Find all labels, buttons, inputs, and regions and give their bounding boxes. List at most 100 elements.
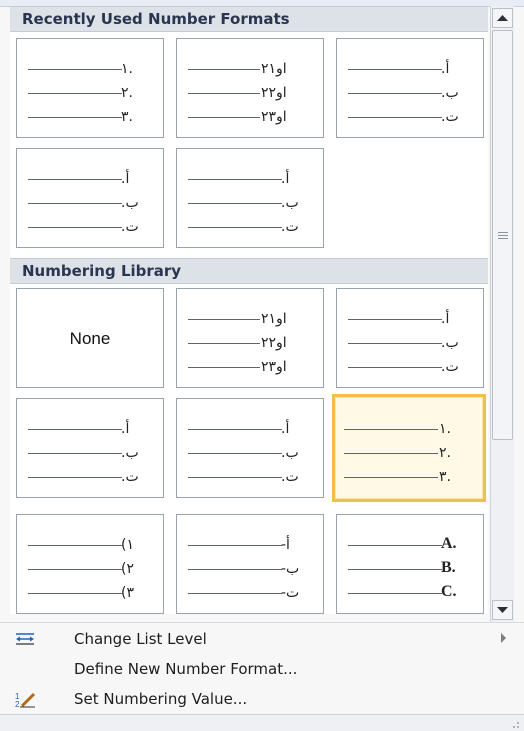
tile-line [344, 429, 438, 430]
change-list-level-item[interactable]: Change List Level [0, 624, 524, 654]
recent-format-tile-4[interactable]: أ. ب. ت. [16, 148, 164, 248]
tile-line [28, 93, 122, 94]
arrow-up-icon [497, 15, 508, 21]
numbering-gallery-panel: Recently Used Number Formats ١. ٢. ٣. او… [0, 0, 524, 731]
recent-format-tile-2[interactable]: او٢١ او٢٢ او٢٣ [176, 38, 324, 138]
tile-line [348, 569, 442, 570]
scroll-down-button[interactable] [492, 600, 513, 620]
tile-label: أ. [281, 171, 290, 187]
define-new-number-format-item[interactable]: Define New Number Format... [0, 654, 524, 684]
tile-label: A. [441, 535, 457, 552]
none-label: None [69, 329, 111, 348]
tile-label: او٢٢ [261, 335, 287, 351]
library-format-tile-5-selected[interactable]: ١. ٢. ٣. [332, 394, 486, 502]
tile-label: ١. [439, 421, 451, 437]
change-list-level-label: Change List Level [74, 630, 207, 648]
tile-label: (٣ [121, 585, 134, 601]
tile-label: ب. [281, 445, 299, 461]
recent-format-tile-1[interactable]: ١. ٢. ٣. [16, 38, 164, 138]
tile-label: او٢٣ [261, 359, 287, 375]
tile-label: أ. [121, 421, 130, 437]
library-format-tile-4[interactable]: أ. ب. ت. [176, 398, 324, 498]
tile-line [188, 343, 260, 344]
numbering-none-tile[interactable]: None [16, 288, 164, 388]
scroll-up-button[interactable] [492, 8, 513, 28]
tile-line [348, 343, 442, 344]
tile-line [28, 227, 122, 228]
tile-label: ١. [121, 61, 133, 77]
library-format-tile-8[interactable]: A. B. C. [336, 514, 484, 614]
numbering-library-header: Numbering Library [10, 258, 488, 284]
gallery-scroll-area: Recently Used Number Formats ١. ٢. ٣. او… [10, 6, 488, 614]
tile-line [348, 367, 442, 368]
tile-line [28, 569, 122, 570]
tile-label: ب. [121, 195, 139, 211]
svg-text:2: 2 [15, 700, 20, 708]
set-numbering-value-label: Set Numbering Value... [74, 690, 248, 708]
tile-line [188, 545, 282, 546]
set-numbering-value-item[interactable]: 1 2 Set Numbering Value... [0, 684, 524, 714]
tile-label: أ. [441, 311, 450, 327]
numbering-pencil-icon: 1 2 [15, 692, 36, 708]
tile-label: او٢١ [261, 311, 287, 327]
tile-label: ٣. [439, 469, 451, 485]
submenu-arrow-icon [501, 633, 506, 643]
thumb-grip-line [498, 235, 508, 236]
tile-label: أ- [281, 537, 290, 553]
tile-label: ب. [441, 85, 459, 101]
library-format-tile-1[interactable]: او٢١ او٢٢ او٢٣ [176, 288, 324, 388]
tile-line [188, 227, 282, 228]
tile-label: أ. [121, 171, 130, 187]
arrow-down-icon [497, 607, 508, 613]
tile-line [348, 117, 442, 118]
define-new-number-format-label: Define New Number Format... [74, 660, 298, 678]
resize-grip-icon[interactable] [508, 717, 520, 729]
recent-formats-header: Recently Used Number Formats [10, 6, 488, 32]
tile-label: C. [441, 583, 457, 600]
tile-label: ب. [281, 195, 299, 211]
tile-line [188, 367, 260, 368]
tile-label: (١ [121, 537, 134, 553]
recent-format-tile-3[interactable]: أ. ب. ت. [336, 38, 484, 138]
tile-label: B. [441, 559, 456, 576]
tile-line [28, 179, 122, 180]
tile-label: ت- [281, 585, 300, 601]
indent-arrows-icon [16, 633, 34, 645]
tile-line [188, 429, 282, 430]
tile-line [188, 453, 282, 454]
tile-label: ت. [121, 469, 139, 485]
tile-label: ٣. [121, 109, 133, 125]
tile-line [188, 203, 282, 204]
scrollbar-thumb[interactable] [492, 30, 513, 440]
tile-label: أ. [281, 421, 290, 437]
tile-line [188, 179, 282, 180]
tile-line [28, 453, 122, 454]
resize-bar[interactable] [0, 714, 524, 731]
tile-line [188, 593, 282, 594]
tile-line [344, 477, 438, 478]
tile-label: ت. [121, 219, 139, 235]
library-format-tile-7[interactable]: أ- ب- ت- [176, 514, 324, 614]
tile-label: ٢. [121, 85, 133, 101]
tile-line [348, 593, 442, 594]
library-format-tile-6[interactable]: (١ (٢ (٣ [16, 514, 164, 614]
library-format-tile-2[interactable]: أ. ب. ت. [336, 288, 484, 388]
tile-label: ٢. [439, 445, 451, 461]
tile-line [28, 477, 122, 478]
thumb-grip-line [498, 238, 508, 239]
recent-format-tile-5[interactable]: أ. ب. ت. [176, 148, 324, 248]
tile-line [28, 203, 122, 204]
tile-label: ت. [281, 219, 299, 235]
tile-label: أ. [441, 61, 450, 77]
library-format-tile-3[interactable]: أ. ب. ت. [16, 398, 164, 498]
tile-line [188, 93, 260, 94]
tile-label: او٢٣ [261, 109, 287, 125]
gallery-scrollbar[interactable] [490, 6, 514, 622]
tile-line [344, 453, 438, 454]
menu-separator [0, 622, 524, 623]
tile-label: ب. [441, 335, 459, 351]
tile-label: ب. [121, 445, 139, 461]
tile-line [348, 93, 442, 94]
tile-line [188, 569, 282, 570]
tile-line [28, 429, 122, 430]
